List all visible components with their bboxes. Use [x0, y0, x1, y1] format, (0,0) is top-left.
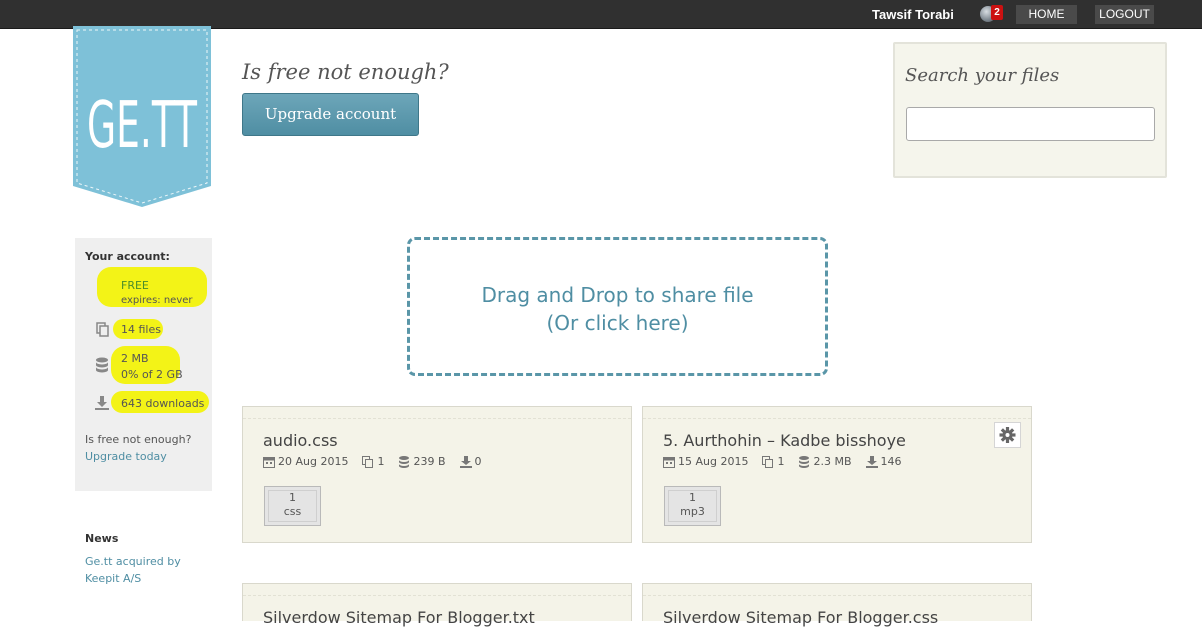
- file-card[interactable]: Silverdow Sitemap For Blogger.txt: [242, 583, 632, 627]
- file-name[interactable]: Silverdow Sitemap For Blogger.txt: [263, 608, 535, 627]
- download-icon: [865, 455, 878, 468]
- drop-zone-line1: Drag and Drop to share file: [481, 283, 754, 307]
- logo[interactable]: GE.TT: [73, 26, 211, 208]
- news-item-link[interactable]: Ge.tt acquired by Keepit A/S: [85, 553, 195, 587]
- file-meta: 20 Aug 2015 1 239 B 0: [263, 455, 496, 468]
- file-downloads: 0: [474, 455, 482, 468]
- account-heading: Your account:: [85, 250, 170, 263]
- drop-zone[interactable]: Drag and Drop to share file (Or click he…: [407, 237, 828, 376]
- drop-zone-line2: (Or click here): [546, 311, 689, 335]
- news-heading: News: [85, 532, 119, 545]
- file-card[interactable]: audio.css 20 Aug 2015 1 239 B 0 1 css: [242, 406, 632, 543]
- card-divider: [243, 418, 631, 419]
- file-count: 1: [377, 455, 385, 468]
- file-downloads: 146: [880, 455, 902, 468]
- upsell-title: Is free not enough?: [242, 60, 449, 84]
- download-icon: [459, 455, 472, 468]
- home-button[interactable]: HOME: [1016, 5, 1077, 24]
- card-divider: [243, 595, 631, 596]
- file-name[interactable]: 5. Aurthohin – Kadbe bisshoye: [663, 431, 906, 450]
- calendar-icon: [663, 456, 675, 468]
- file-meta: 15 Aug 2015 1 2.3 MB 146: [663, 455, 916, 468]
- file-size: 239 B: [413, 455, 446, 468]
- storage-used: 2 MB: [121, 352, 149, 365]
- user-name[interactable]: Tawsif Torabi: [872, 7, 954, 22]
- files-icon: [362, 455, 374, 468]
- database-icon: [399, 455, 410, 468]
- account-upsell-text: Is free not enough?: [85, 433, 192, 446]
- notification-badge[interactable]: 2: [991, 5, 1003, 20]
- files-icon: [96, 322, 109, 337]
- logout-button[interactable]: LOGOUT: [1095, 5, 1154, 24]
- file-date: 20 Aug 2015: [278, 455, 349, 468]
- database-icon: [799, 455, 810, 468]
- file-name[interactable]: Silverdow Sitemap For Blogger.css: [663, 608, 938, 627]
- search-input[interactable]: [906, 107, 1155, 141]
- card-divider: [643, 418, 1031, 419]
- plan-expiry: expires: never: [121, 295, 193, 306]
- logo-text: GE.TT: [87, 89, 198, 163]
- file-date: 15 Aug 2015: [678, 455, 749, 468]
- files-icon: [762, 455, 774, 468]
- database-icon: [96, 357, 108, 373]
- download-icon: [95, 396, 109, 410]
- account-panel: Your account: FREE expires: never 14 fil…: [75, 238, 212, 491]
- search-panel: Search your files: [893, 42, 1167, 178]
- file-type-tile-border: [668, 490, 717, 522]
- file-type-tile[interactable]: 1 css: [264, 486, 321, 526]
- search-title: Search your files: [905, 65, 1060, 86]
- plan-label: FREE: [121, 279, 149, 292]
- file-card[interactable]: Silverdow Sitemap For Blogger.css: [642, 583, 1032, 627]
- file-name[interactable]: audio.css: [263, 431, 338, 450]
- file-card[interactable]: 5. Aurthohin – Kadbe bisshoye 15 Aug 201…: [642, 406, 1032, 543]
- settings-button[interactable]: [994, 422, 1021, 448]
- upgrade-account-button[interactable]: Upgrade account: [242, 93, 419, 136]
- files-count: 14 files: [121, 323, 161, 336]
- file-type-tile[interactable]: 1 mp3: [664, 486, 721, 526]
- downloads-count: 643 downloads: [121, 397, 205, 410]
- card-divider: [643, 595, 1031, 596]
- gear-icon: [999, 427, 1016, 443]
- storage-percent: 0% of 2 GB: [121, 368, 183, 381]
- file-count: 1: [777, 455, 785, 468]
- account-upsell: Is free not enough? Upgrade today: [85, 431, 195, 465]
- upgrade-today-link[interactable]: Upgrade today: [85, 450, 167, 463]
- top-bar: Tawsif Torabi 2 HOME LOGOUT: [0, 0, 1202, 29]
- file-type-tile-border: [268, 490, 317, 522]
- calendar-icon: [263, 456, 275, 468]
- file-size: 2.3 MB: [813, 455, 852, 468]
